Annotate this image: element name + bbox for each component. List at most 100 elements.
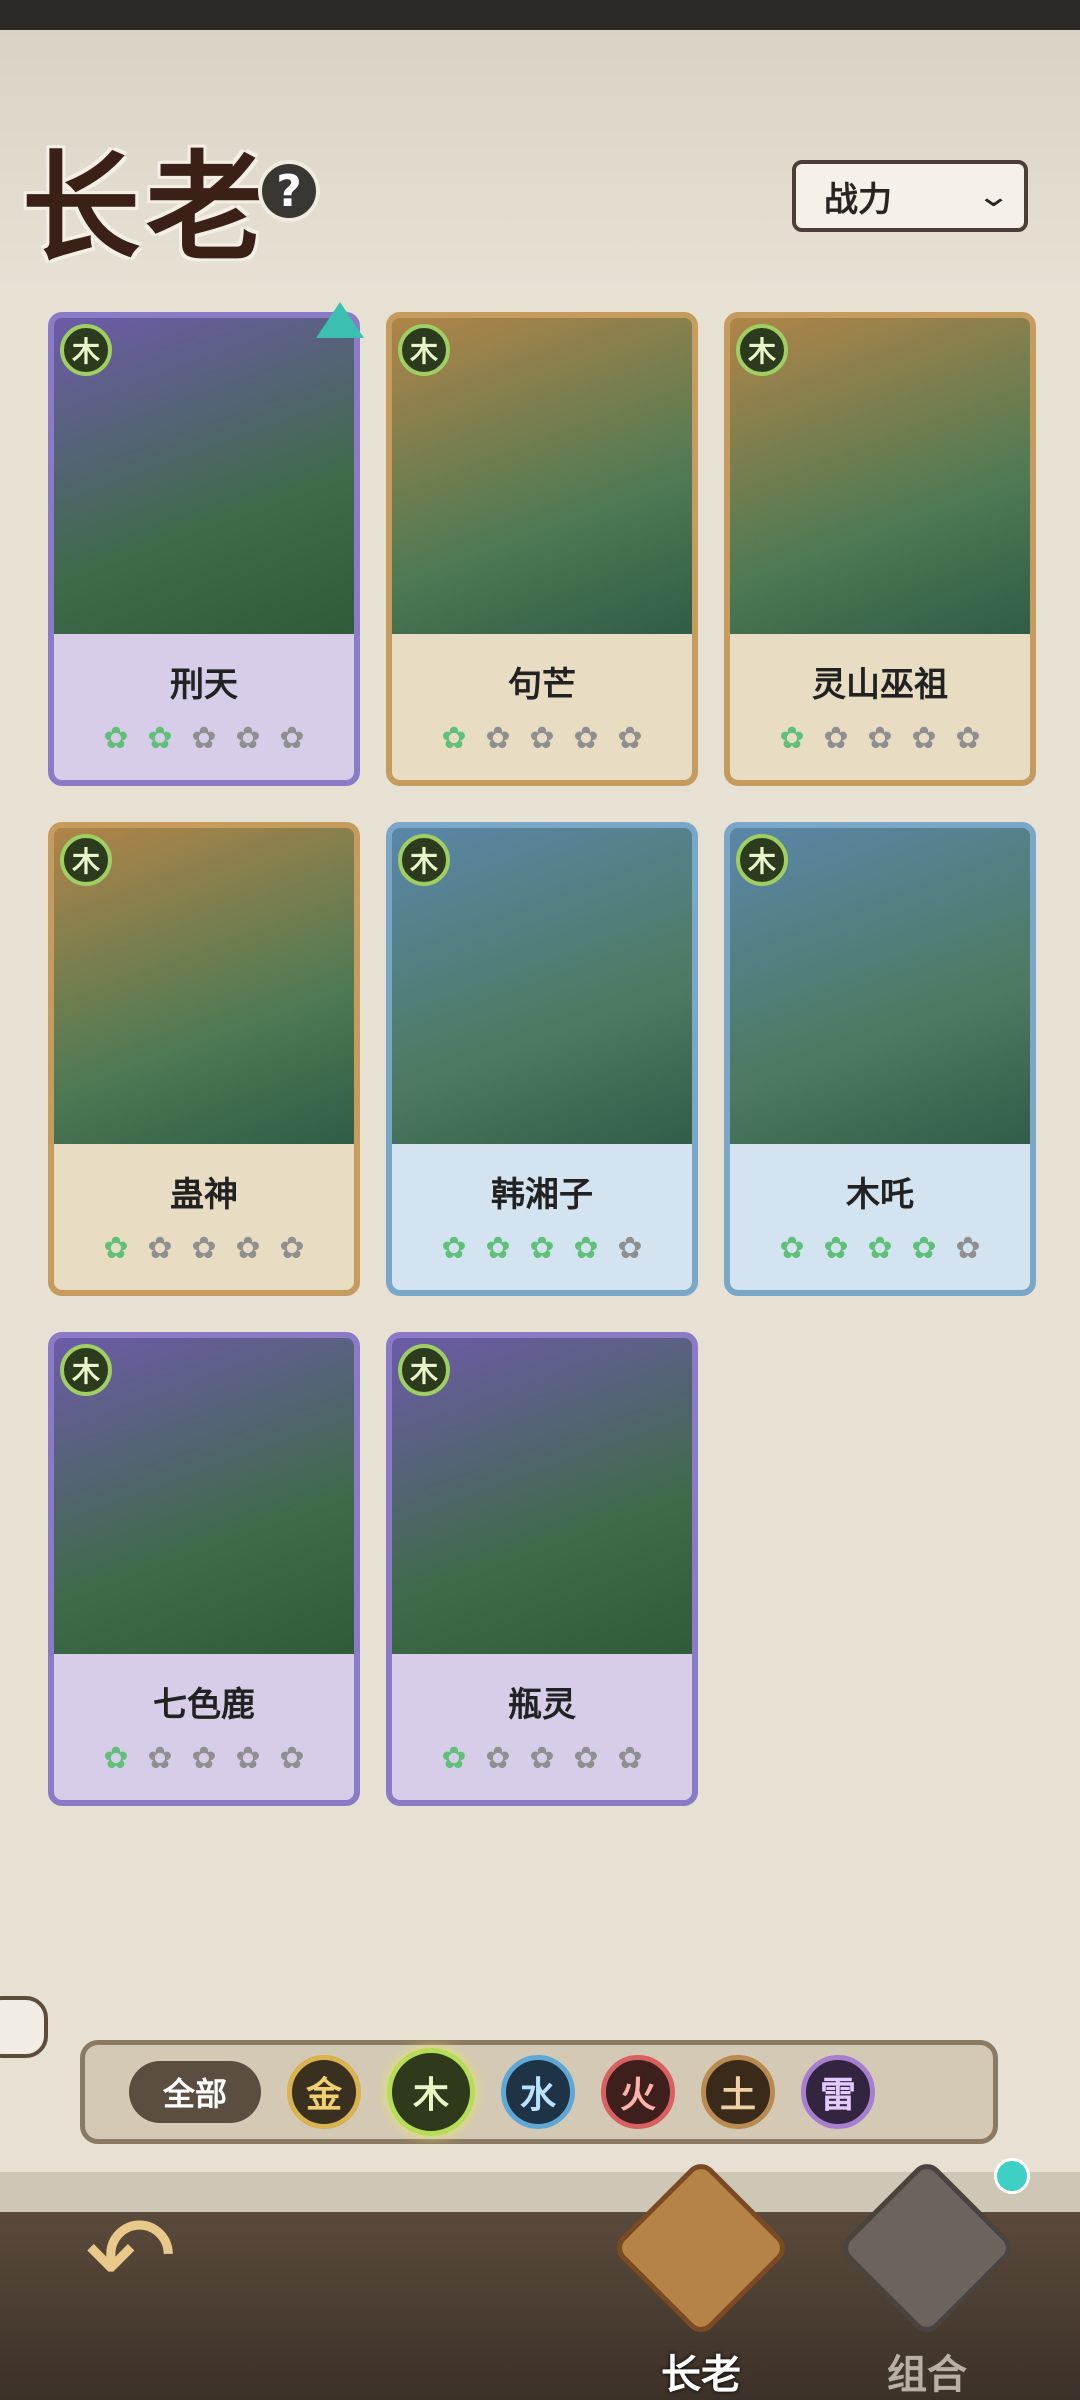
filter-water-button[interactable]: 水 <box>501 2055 575 2129</box>
wood-element-icon: 木 <box>398 1344 450 1396</box>
character-card[interactable]: 木灵山巫祖 ✿ ✿ ✿ ✿ ✿ <box>724 312 1036 786</box>
character-name: 刑天 <box>170 664 238 705</box>
tab-combo[interactable]: 组合 <box>836 2157 1018 2400</box>
star-empty-icon: ✿ <box>485 1740 511 1776</box>
star-empty-icon: ✿ <box>529 1740 555 1776</box>
star-filled-icon: ✿ <box>573 1230 599 1266</box>
name-band: 木吒 ✿ ✿ ✿ ✿ ✿ <box>730 1144 1030 1290</box>
tab-combo-label: 组合 <box>887 2352 967 2398</box>
filter-earth-button[interactable]: 土 <box>701 2055 775 2129</box>
star-empty-icon: ✿ <box>147 1230 173 1266</box>
character-card[interactable]: 木木吒 ✿ ✿ ✿ ✿ ✿ <box>724 822 1036 1296</box>
star-filled-icon: ✿ <box>103 1740 129 1776</box>
star-filled-icon: ✿ <box>441 1230 467 1266</box>
filter-thunder-button[interactable]: 雷 <box>801 2055 875 2129</box>
filter-metal-button[interactable]: 金 <box>287 2055 361 2129</box>
status-bar <box>0 0 1080 30</box>
chat-button[interactable] <box>0 1996 48 2058</box>
star-empty-icon: ✿ <box>235 1740 261 1776</box>
star-empty-icon: ✿ <box>485 720 511 756</box>
name-band: 刑天 ✿ ✿ ✿ ✿ ✿ <box>54 634 354 780</box>
star-empty-icon: ✿ <box>617 1230 643 1266</box>
star-rating: ✿ ✿ ✿ ✿ ✿ <box>97 720 311 758</box>
character-name: 蛊神 <box>170 1174 238 1215</box>
sort-dropdown[interactable]: 战力 ⌄ <box>792 160 1028 232</box>
star-empty-icon: ✿ <box>191 720 217 756</box>
chevron-down-icon: ⌄ <box>975 178 1012 214</box>
back-arrow-button[interactable]: ↶ <box>56 2196 206 2316</box>
character-name: 灵山巫祖 <box>812 664 948 705</box>
star-filled-icon: ✿ <box>823 1230 849 1266</box>
star-empty-icon: ✿ <box>823 720 849 756</box>
tab-elder[interactable]: 长老 <box>610 2157 792 2400</box>
star-empty-icon: ✿ <box>147 1740 173 1776</box>
character-name: 句芒 <box>508 664 576 705</box>
wood-element-icon: 木 <box>60 834 112 886</box>
wood-element-icon: 木 <box>60 1344 112 1396</box>
sort-label: 战力 <box>824 179 892 220</box>
character-card[interactable]: 木蛊神 ✿ ✿ ✿ ✿ ✿ <box>48 822 360 1296</box>
star-empty-icon: ✿ <box>279 1740 305 1776</box>
star-empty-icon: ✿ <box>617 1740 643 1776</box>
star-filled-icon: ✿ <box>103 720 129 756</box>
star-empty-icon: ✿ <box>617 720 643 756</box>
name-band: 韩湘子 ✿ ✿ ✿ ✿ ✿ <box>392 1144 692 1290</box>
element-filter-bar: 全部 金 木 水 火 土 雷 <box>80 2040 998 2144</box>
star-filled-icon: ✿ <box>103 1230 129 1266</box>
star-empty-icon: ✿ <box>235 720 261 756</box>
star-empty-icon: ✿ <box>191 1230 217 1266</box>
name-band: 句芒 ✿ ✿ ✿ ✿ ✿ <box>392 634 692 780</box>
star-rating: ✿ ✿ ✿ ✿ ✿ <box>773 720 987 758</box>
character-card[interactable]: 木七色鹿 ✿ ✿ ✿ ✿ ✿ <box>48 1332 360 1806</box>
character-card[interactable]: 木瓶灵 ✿ ✿ ✿ ✿ ✿ <box>386 1332 698 1806</box>
character-card[interactable]: 木句芒 ✿ ✿ ✿ ✿ ✿ <box>386 312 698 786</box>
wood-element-icon: 木 <box>60 324 112 376</box>
upgrade-arrow-icon <box>316 302 364 338</box>
star-filled-icon: ✿ <box>529 1230 555 1266</box>
star-filled-icon: ✿ <box>779 720 805 756</box>
star-empty-icon: ✿ <box>955 1230 981 1266</box>
star-empty-icon: ✿ <box>573 1740 599 1776</box>
star-filled-icon: ✿ <box>441 1740 467 1776</box>
name-band: 七色鹿 ✿ ✿ ✿ ✿ ✿ <box>54 1654 354 1800</box>
tab-elder-label: 长老 <box>661 2352 741 2398</box>
wood-element-icon: 木 <box>398 324 450 376</box>
star-empty-icon: ✿ <box>191 1740 217 1776</box>
combo-tab-icon <box>836 2157 1018 2339</box>
filter-wood-button[interactable]: 木 <box>387 2048 475 2136</box>
elder-tab-icon <box>610 2157 792 2339</box>
star-empty-icon: ✿ <box>235 1230 261 1266</box>
character-card[interactable]: 木韩湘子 ✿ ✿ ✿ ✿ ✿ <box>386 822 698 1296</box>
star-empty-icon: ✿ <box>867 720 893 756</box>
character-name: 瓶灵 <box>508 1684 576 1725</box>
star-rating: ✿ ✿ ✿ ✿ ✿ <box>435 1230 649 1268</box>
wood-element-icon: 木 <box>736 834 788 886</box>
star-filled-icon: ✿ <box>867 1230 893 1266</box>
character-name: 木吒 <box>846 1174 914 1215</box>
name-band: 蛊神 ✿ ✿ ✿ ✿ ✿ <box>54 1144 354 1290</box>
wood-element-icon: 木 <box>736 324 788 376</box>
star-filled-icon: ✿ <box>147 720 173 756</box>
question-icon: ? <box>276 165 302 217</box>
star-empty-icon: ✿ <box>573 720 599 756</box>
star-rating: ✿ ✿ ✿ ✿ ✿ <box>435 720 649 758</box>
star-rating: ✿ ✿ ✿ ✿ ✿ <box>97 1230 311 1268</box>
character-card[interactable]: 木刑天 ✿ ✿ ✿ ✿ ✿ <box>48 312 360 786</box>
star-filled-icon: ✿ <box>485 1230 511 1266</box>
notification-gem-icon <box>994 2158 1030 2194</box>
help-button[interactable]: ? <box>258 160 320 222</box>
star-empty-icon: ✿ <box>279 720 305 756</box>
name-band: 瓶灵 ✿ ✿ ✿ ✿ ✿ <box>392 1654 692 1800</box>
star-empty-icon: ✿ <box>279 1230 305 1266</box>
filter-all-button[interactable]: 全部 <box>129 2061 261 2123</box>
star-filled-icon: ✿ <box>779 1230 805 1266</box>
character-name: 韩湘子 <box>491 1174 593 1215</box>
name-band: 灵山巫祖 ✿ ✿ ✿ ✿ ✿ <box>730 634 1030 780</box>
wood-element-icon: 木 <box>398 834 450 886</box>
character-name: 七色鹿 <box>153 1684 255 1725</box>
star-rating: ✿ ✿ ✿ ✿ ✿ <box>435 1740 649 1778</box>
star-filled-icon: ✿ <box>441 720 467 756</box>
page-title: 长老 <box>22 138 271 277</box>
filter-fire-button[interactable]: 火 <box>601 2055 675 2129</box>
star-empty-icon: ✿ <box>529 720 555 756</box>
